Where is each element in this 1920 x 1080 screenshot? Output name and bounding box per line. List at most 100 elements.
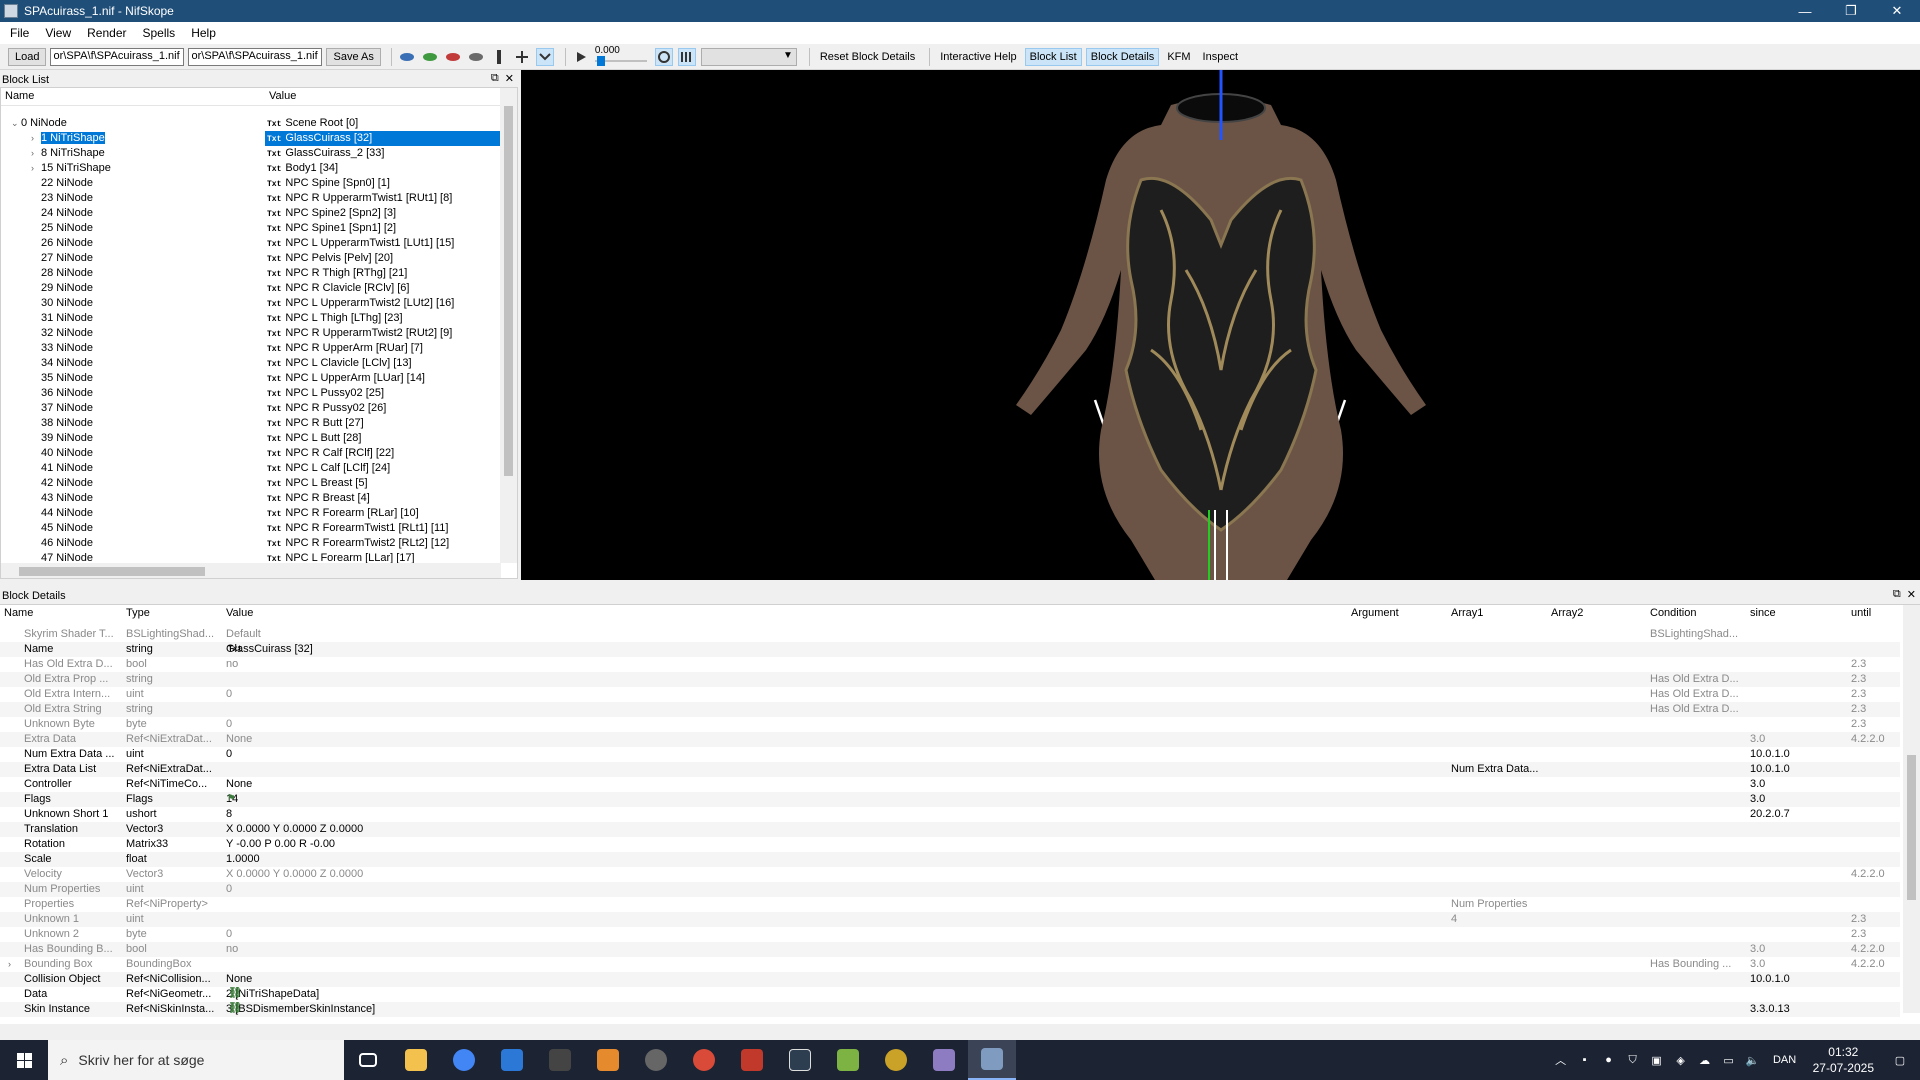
block-list-row[interactable]: 26 NiNode Txt NPC L UpperarmTwist1 [LUt1] … [1,236,501,251]
save-as-button[interactable]: Save As [326,47,381,66]
block-list-row[interactable]: 24 NiNode Txt NPC Spine2 [Spn2] [3] [1,206,501,221]
chevron-right-icon[interactable]: › [31,146,41,161]
detail-value-cell[interactable]: None [226,777,1346,792]
detail-value-cell[interactable]: 0 [226,687,1346,702]
scrollbar-thumb[interactable] [1907,755,1916,900]
menu-file[interactable]: File [2,26,37,40]
block-list-row[interactable]: ⌄ 0 NiNode Txt Scene Root [0] [1,116,501,131]
nifskope-taskbar-icon[interactable] [968,1040,1016,1080]
menu-view[interactable]: View [37,26,79,40]
app-icon[interactable] [632,1040,680,1080]
detail-row[interactable]: Translation Vector3 X 0.0000 Y 0.0000 Z 0.… [0,822,1900,837]
interactive-help-button[interactable]: Interactive Help [936,49,1020,65]
notifications-icon[interactable]: ▢ [1890,1054,1910,1067]
block-list-row[interactable]: 38 NiNode Txt NPC R Butt [27] [1,416,501,431]
detail-row[interactable]: Old Extra Prop ...stringTxtHas Old Extra… [0,672,1900,687]
detail-row[interactable]: Name string Txt GlassCuirass [32] [0,642,1900,657]
block-list-row[interactable]: 35 NiNode Txt NPC L UpperArm [LUar] [14] [1,371,501,386]
shield-icon[interactable]: ⛉ [1623,1054,1643,1067]
close-panel-icon[interactable]: ✕ [1907,588,1916,601]
detail-value-cell[interactable]: no [226,942,1346,957]
block-list-row[interactable]: 43 NiNode Txt NPC R Breast [4] [1,491,501,506]
detail-row[interactable]: Has Bounding B... bool no 3.0 4.2.2.0 [0,942,1900,957]
detail-value-cell[interactable]: Txt GlassCuirass [32] [226,642,1346,657]
save-path-field[interactable]: or\SPA\f\SPAcuirass_1.nif [188,47,323,66]
tray-app-icon[interactable]: ▣ [1647,1054,1667,1067]
detail-row[interactable]: Num Properties uint 0 [0,882,1900,897]
block-details-vertical-scrollbar[interactable] [1903,605,1920,1013]
play-animation-icon[interactable] [572,48,590,66]
detail-row[interactable]: Unknown Short 1 ushort 8 20.2.0.7 [0,807,1900,822]
detail-value-cell[interactable]: 0 [226,717,1346,732]
detail-row[interactable]: Extra Data Ref<NiExtraDat... None 3.0 4.2.2.… [0,732,1900,747]
view-front-icon[interactable] [398,48,416,66]
reset-block-details-button[interactable]: Reset Block Details [816,49,919,65]
block-list-row[interactable]: 27 NiNode Txt NPC Pelvis [Pelv] [20] [1,251,501,266]
block-list-row[interactable]: 22 NiNode Txt NPC Spine [Spn0] [1] [1,176,501,191]
animation-select[interactable]: ▼ [700,47,797,66]
app-icon[interactable] [776,1040,824,1080]
detail-row[interactable]: Data Ref<NiGeometr... ⛓ 2 [NiTriShapeData] [0,987,1900,1002]
detail-value-cell[interactable]: 0 [226,747,1346,762]
detail-value-cell[interactable]: 0 [226,927,1346,942]
column-value[interactable]: Value [265,88,501,105]
block-list-row[interactable]: 30 NiNode Txt NPC L UpperarmTwist2 [LUt2] … [1,296,501,311]
float-panel-icon[interactable]: ⧉ [491,72,499,85]
menu-spells[interactable]: Spells [135,26,184,40]
detail-value-cell[interactable]: None [226,972,1346,987]
detail-row[interactable]: Properties Ref<NiProperty> Num Properties [0,897,1900,912]
float-panel-icon[interactable]: ⧉ [1893,588,1901,601]
block-list-row[interactable]: 37 NiNode Txt NPC R Pussy02 [26] [1,401,501,416]
column-name[interactable]: Name [4,607,33,619]
detail-row[interactable]: Skyrim Shader T... BSLightingShad... Defau… [0,627,1900,642]
block-list-tree[interactable]: Name Value ⌄ 0 NiNode Txt Scene Root [0] › 1 … [0,87,518,579]
app-icon[interactable] [536,1040,584,1080]
menu-render[interactable]: Render [79,26,134,40]
detail-row[interactable]: Collision Object Ref<NiCollision... None 10… [0,972,1900,987]
column-argument[interactable]: Argument [1351,607,1399,619]
column-type[interactable]: Type [126,607,150,619]
detail-row[interactable]: Old Extra StringstringTxtHas Old Extra D… [0,702,1900,717]
task-view-icon[interactable] [344,1040,392,1080]
close-panel-icon[interactable]: ✕ [505,72,514,85]
detail-value-cell[interactable]: no [226,657,1346,672]
scrollbar-thumb[interactable] [19,567,205,576]
detail-value-cell[interactable]: X 0.0000 Y 0.0000 Z 0.0000 [226,867,1346,882]
block-list-row[interactable]: › 1 NiTriShape Txt GlassCuirass [32] [1,131,501,146]
detail-row[interactable]: › Bounding Box BoundingBox Has Bounding ...… [0,957,1900,972]
view-walk-icon[interactable] [467,48,485,66]
block-list-row[interactable]: 23 NiNode Txt NPC R UpperarmTwist1 [RUt1] … [1,191,501,206]
detail-row[interactable]: Velocity Vector3 X 0.0000 Y 0.0000 Z 0.000… [0,867,1900,882]
view-top-icon[interactable] [421,48,439,66]
block-list-row[interactable]: › 8 NiTriShape Txt GlassCuirass_2 [33] [1,146,501,161]
tray-app-icon[interactable]: ● [1599,1054,1619,1066]
detail-row[interactable]: Extra Data ListRef<NiExtraDat...⚙Num Ext… [0,762,1900,777]
block-details-table[interactable]: Name Type Value Argument Array1 Array2 C… [0,604,1920,1024]
column-array2[interactable]: Array2 [1551,607,1583,619]
block-list-row[interactable]: › 15 NiTriShape Txt Body1 [34] [1,161,501,176]
column-since[interactable]: since [1750,607,1776,619]
column-until[interactable]: until [1851,607,1871,619]
block-details-toggle[interactable]: Block Details [1085,47,1160,66]
column-condition[interactable]: Condition [1650,607,1696,619]
column-array1[interactable]: Array1 [1451,607,1483,619]
detail-value-cell[interactable]: 0 [226,882,1346,897]
detail-row[interactable]: Controller Ref<NiTimeCo... None 3.0 [0,777,1900,792]
chevron-up-icon[interactable]: ︿ [1551,1052,1571,1068]
app-icon[interactable] [872,1040,920,1080]
store-icon[interactable] [488,1040,536,1080]
maximize-button[interactable]: ❐ [1828,0,1874,22]
chevron-down-icon[interactable]: ⌄ [11,116,21,131]
loop-animation-icon[interactable] [654,47,673,66]
block-list-row[interactable]: 36 NiNode Txt NPC L Pussy02 [25] [1,386,501,401]
detail-value-cell[interactable]: ⛓ 2 [NiTriShapeData] [226,987,1346,1002]
switch-animation-icon[interactable] [677,47,696,66]
walk-mode-icon[interactable] [490,48,508,66]
detail-value-cell[interactable]: ⚑ 14 [226,792,1346,807]
network-icon[interactable]: ▭ [1719,1054,1739,1067]
slider-thumb[interactable] [596,55,605,66]
block-list-row[interactable]: 33 NiNode Txt NPC R UpperArm [RUar] [7] [1,341,501,356]
block-list-row[interactable]: 40 NiNode Txt NPC R Calf [RClf] [22] [1,446,501,461]
detail-value-cell[interactable]: 8 [226,807,1346,822]
tray-app-icon[interactable]: ◈ [1671,1054,1691,1067]
